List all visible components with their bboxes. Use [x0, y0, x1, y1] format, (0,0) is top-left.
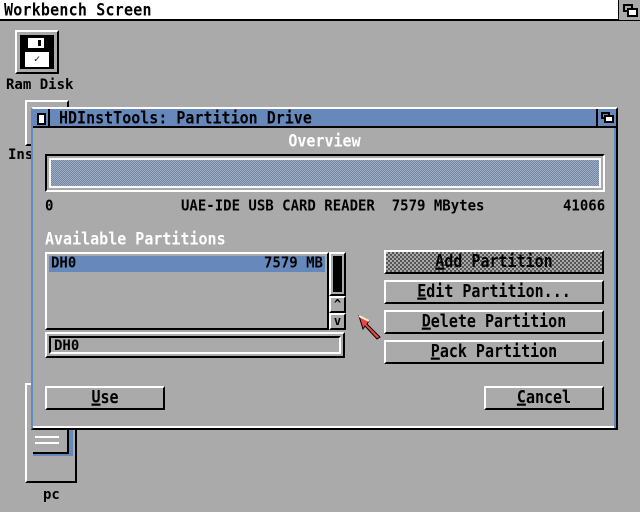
screen-title-bar: Workbench Screen [0, 0, 640, 21]
scroll-knob[interactable] [333, 256, 342, 292]
window-title: HDInstTools: Partition Drive [59, 108, 312, 128]
cancel-label: ancel [525, 386, 572, 408]
scroll-up-button[interactable]: ^ [329, 296, 346, 313]
list-item[interactable]: DH0 7579 MB [49, 254, 325, 272]
edit-partition-button[interactable]: Edit Partition... [384, 280, 604, 304]
ram-disk-icon[interactable]: ✓ [15, 30, 59, 74]
partition-name: DH0 [51, 254, 77, 272]
partition-list-scrollbar[interactable]: ^ v [329, 252, 346, 330]
pc-label[interactable]: pc [43, 487, 60, 503]
edit-partition-label: dit Partition... [426, 280, 571, 302]
partition-overview-fill[interactable] [49, 158, 601, 188]
cancel-button[interactable]: Cancel [484, 386, 604, 410]
partition-name-field[interactable]: DH0 [45, 332, 345, 358]
hotkey-p: P [430, 341, 440, 361]
floppy-disk-icon: ✓ [20, 35, 54, 69]
depth-gadget-front [604, 115, 614, 123]
hotkey-c: C [516, 387, 526, 407]
mouse-pointer-icon [358, 315, 381, 340]
screen-depth-gadget[interactable] [618, 0, 640, 20]
partition-size: 7579 MB [263, 254, 323, 272]
harddisk-icon [33, 430, 73, 456]
hotkey-d: D [421, 311, 431, 331]
hotkey-a: A [435, 251, 445, 271]
inst-label[interactable]: Ins [8, 147, 33, 163]
floppy-shutter [28, 38, 44, 48]
delete-partition-button[interactable]: Delete Partition [384, 310, 604, 334]
delete-partition-label: elete Partition [430, 310, 567, 332]
arrow-down-icon: v [333, 314, 342, 328]
window-depth-gadget[interactable] [596, 109, 616, 126]
overview-label: Overview [288, 131, 361, 151]
partition-drive-window: HDInstTools: Partition Drive Overview 0 … [31, 107, 618, 430]
floppy-check: ✓ [25, 52, 49, 67]
scroll-track[interactable] [329, 252, 346, 296]
available-partitions-label: Available Partitions [45, 229, 226, 249]
cylinder-end: 41066 [563, 197, 606, 215]
pack-partition-label: ack Partition [439, 340, 558, 362]
pack-partition-button[interactable]: Pack Partition [384, 340, 604, 364]
close-icon[interactable] [33, 109, 50, 126]
add-partition-label: dd Partition [444, 250, 553, 272]
hotkey-e: E [417, 281, 427, 301]
ram-disk-label[interactable]: Ram Disk [6, 77, 73, 93]
add-partition-button[interactable]: Add Partition [384, 250, 604, 274]
scroll-down-button[interactable]: v [329, 313, 346, 330]
hotkey-u: U [91, 387, 101, 407]
use-label: se [100, 386, 119, 408]
partition-overview-bar[interactable] [45, 154, 605, 192]
use-button[interactable]: Use [45, 386, 165, 410]
depth-gadget-front [627, 8, 638, 17]
partition-name-input[interactable]: DH0 [49, 336, 341, 354]
screen-title: Workbench Screen [4, 0, 152, 20]
arrow-up-icon: ^ [333, 297, 342, 311]
window-title-bar[interactable]: HDInstTools: Partition Drive [33, 108, 616, 128]
drive-info: UAE-IDE USB CARD READER 7579 MBytes [181, 197, 485, 215]
cylinder-start: 0 [45, 197, 54, 215]
partition-list[interactable]: DH0 7579 MB [45, 252, 329, 330]
